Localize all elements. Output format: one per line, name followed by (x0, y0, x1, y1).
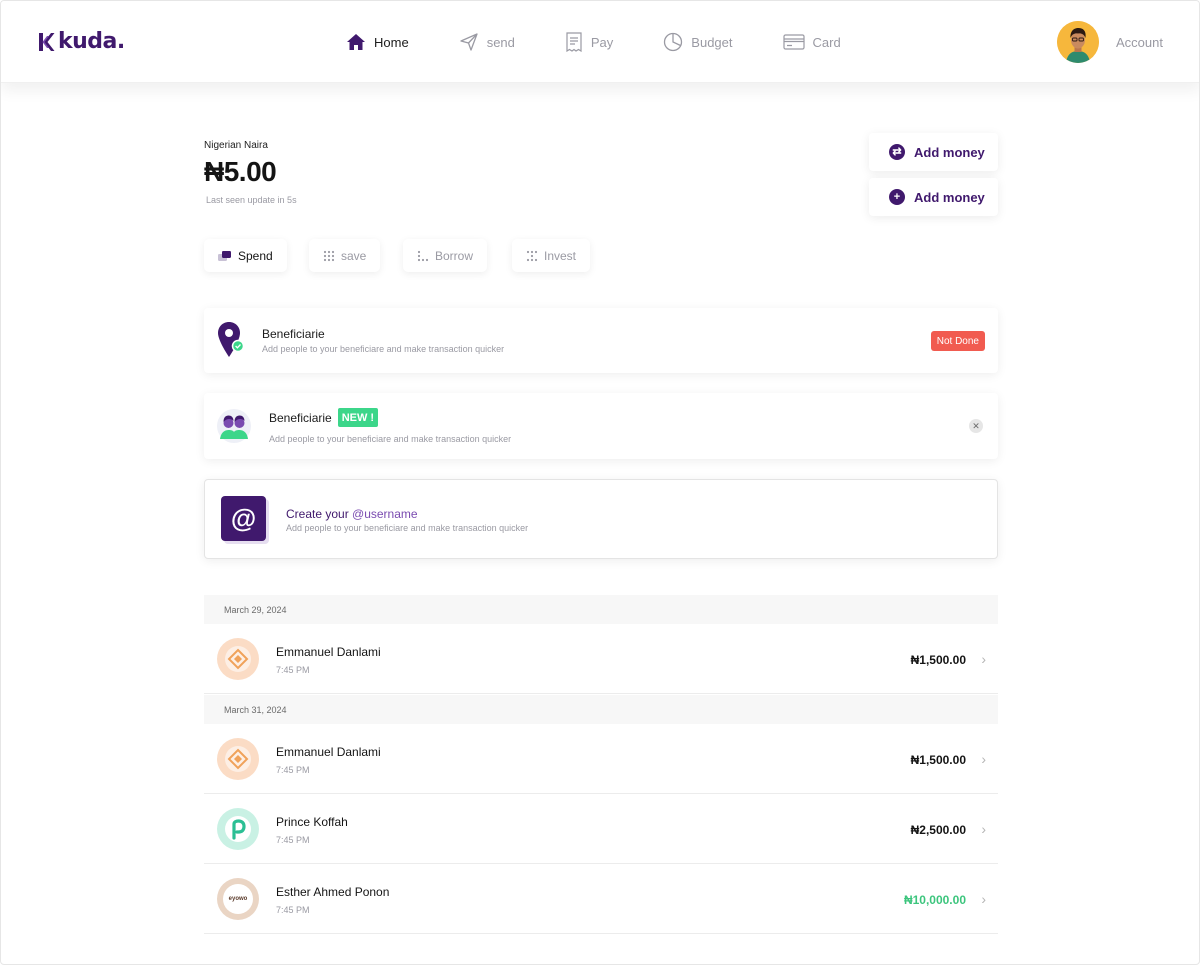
status-badge: Not Done (930, 331, 985, 351)
tx-amount: ₦1,500.00 (910, 753, 966, 767)
tx-name: Emmanuel Danlami (276, 745, 381, 759)
create-username-subtitle: Add people to your beneficiare and make … (286, 523, 529, 533)
swap-icon: ⇄ (889, 144, 905, 160)
card-icon (782, 34, 805, 50)
avatar[interactable] (1057, 21, 1099, 63)
nav-budget-label: Budget (691, 34, 733, 50)
add-money-label-2: Add money (914, 189, 985, 205)
nav-home-label: Home (374, 34, 409, 50)
grid-dots-icon (323, 250, 335, 261)
create-username-title: Create your @username (286, 507, 418, 521)
beneficiary-2-title-row: Beneficiarie NEW ! (269, 408, 379, 427)
beneficiary-card-2[interactable]: Beneficiarie NEW ! Add people to your be… (204, 393, 998, 459)
nav-send[interactable]: send (459, 29, 515, 55)
tab-borrow[interactable]: Borrow (403, 239, 488, 272)
beneficiary-2-title: Beneficiarie (269, 410, 332, 425)
transaction-row[interactable]: eyowo Esther Ahmed Ponon 7:45 PM ₦10,000… (204, 864, 998, 934)
tx-time: 7:45 PM (276, 905, 310, 915)
date-header-2: March 31, 2024 (204, 695, 998, 724)
chevron-right-icon[interactable]: › (981, 651, 986, 667)
chevron-right-icon[interactable]: › (981, 891, 986, 907)
tab-spend[interactable]: Spend (204, 239, 287, 272)
people-icon (217, 409, 251, 443)
tx-time: 7:45 PM (276, 765, 310, 775)
close-icon[interactable]: ✕ (969, 419, 983, 433)
pie-chart-icon (664, 32, 683, 52)
kuda-k-mark-icon (39, 32, 55, 51)
brand-name: kuda. (58, 29, 125, 54)
nav-pay[interactable]: Pay (565, 29, 613, 55)
date-header-1: March 29, 2024 (204, 595, 998, 624)
beneficiary-1-subtitle: Add people to your beneficiare and make … (262, 344, 505, 354)
at-sign-icon: @ (221, 496, 266, 541)
beneficiary-card-1[interactable]: Beneficiarie Add people to your benefici… (204, 308, 998, 373)
tab-invest[interactable]: Invest (512, 239, 591, 272)
add-money-button-2[interactable]: + Add money (869, 178, 998, 216)
new-badge: NEW ! (337, 408, 379, 427)
add-money-label-1: Add money (914, 144, 985, 160)
tx-amount: ₦2,500.00 (910, 823, 966, 837)
currency-label: Nigerian Naira (204, 140, 268, 151)
beneficiary-2-subtitle: Add people to your beneficiare and make … (269, 434, 512, 444)
tab-save-label: save (341, 248, 367, 263)
home-icon (347, 34, 365, 50)
tab-invest-label: Invest (544, 248, 577, 263)
chevron-right-icon[interactable]: › (981, 751, 986, 767)
tx-time: 7:45 PM (276, 835, 310, 845)
tx-amount: ₦1,500.00 (910, 653, 966, 667)
invest-dots-icon (526, 250, 538, 261)
kuda-transfer-icon (217, 638, 259, 680)
tab-save[interactable]: save (309, 239, 381, 272)
nav-pay-label: Pay (590, 34, 614, 50)
beneficiary-1-title: Beneficiarie (262, 327, 325, 341)
plus-icon: + (889, 189, 905, 205)
tx-amount: ₦10,000.00 (903, 893, 966, 907)
transaction-row[interactable]: Emmanuel Danlami 7:45 PM ₦1,500.00 › (204, 724, 998, 794)
tx-name: Esther Ahmed Ponon (276, 885, 390, 899)
transaction-row[interactable]: Prince Koffah 7:45 PM ₦2,500.00 › (204, 794, 998, 864)
tab-spend-label: Spend (238, 248, 273, 263)
receipt-icon (566, 32, 582, 52)
add-money-button-1[interactable]: ⇄ Add money (869, 133, 998, 171)
send-icon (460, 33, 478, 51)
app-window: kuda. Home send Pay Budget Card Account … (0, 0, 1200, 965)
nav-home[interactable]: Home (346, 29, 409, 55)
tx-time: 7:45 PM (276, 665, 310, 675)
eyowo-logo-text: eyowo (228, 896, 248, 902)
nav-card-label: Card (812, 34, 841, 50)
main-nav: Home send Pay Budget Card (346, 29, 841, 55)
location-pin-icon (218, 322, 245, 357)
user-avatar-icon (1057, 21, 1099, 63)
balance-amount: ₦5.00 (204, 156, 277, 187)
kuda-transfer-icon (217, 738, 259, 780)
paystack-p-icon (217, 808, 259, 850)
nav-budget[interactable]: Budget (663, 29, 733, 55)
nav-send-label: send (486, 34, 515, 50)
username-handle: @username (352, 507, 418, 521)
tx-name: Prince Koffah (276, 815, 348, 829)
tx-name: Emmanuel Danlami (276, 645, 381, 659)
last-update-note: Last seen update in 5s (206, 195, 297, 205)
kuda-logo[interactable]: kuda. (37, 29, 125, 54)
nav-card[interactable]: Card (782, 29, 841, 55)
borrow-dots-icon (417, 250, 429, 261)
spend-icon (218, 250, 231, 261)
top-navbar: kuda. Home send Pay Budget Card Account (1, 1, 1199, 83)
eyowo-logo-icon: eyowo (217, 878, 259, 920)
create-username-card[interactable]: @ Create your @username Add people to yo… (204, 479, 998, 559)
account-link[interactable]: Account (1116, 35, 1163, 50)
chevron-right-icon[interactable]: › (981, 821, 986, 837)
tab-borrow-label: Borrow (435, 248, 474, 263)
create-username-prefix: Create your (286, 507, 353, 521)
transaction-row[interactable]: Emmanuel Danlami 7:45 PM ₦1,500.00 › (204, 624, 998, 694)
